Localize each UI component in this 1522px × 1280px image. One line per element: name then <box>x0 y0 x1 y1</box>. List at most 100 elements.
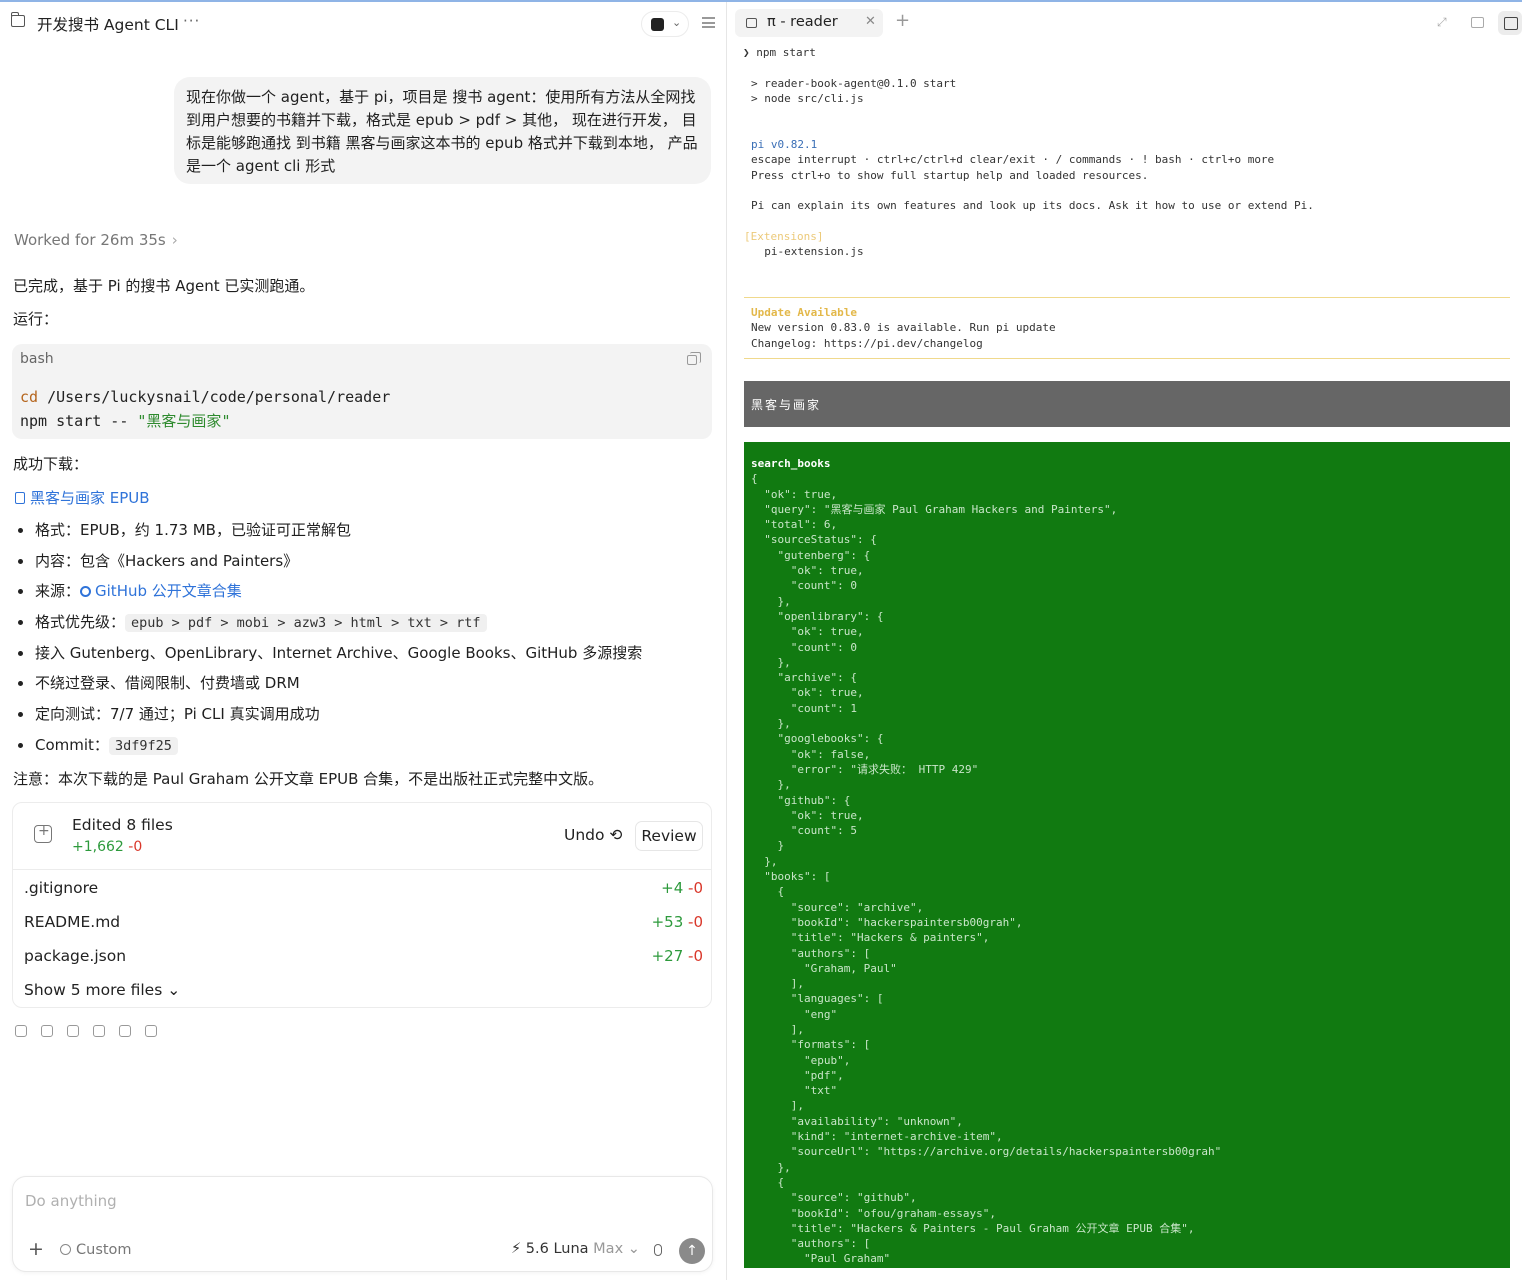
priority-code: epub > pdf > mobi > azw3 > html > txt > … <box>125 614 487 633</box>
export-icon[interactable] <box>145 1025 157 1037</box>
user-query-bar: 黑客与画家 <box>744 381 1510 427</box>
copy-icon[interactable] <box>15 1025 27 1037</box>
fork-icon[interactable] <box>119 1025 131 1037</box>
panel-right-icon[interactable] <box>1498 11 1522 35</box>
thumbs-up-icon[interactable] <box>41 1025 53 1037</box>
model-name: 5.6 Luna <box>525 1241 589 1257</box>
chat-header: 开发搜书 Agent CLI ··· ⌄ <box>0 2 727 44</box>
app-icon <box>651 18 664 31</box>
more-options-button[interactable]: ··· <box>183 12 200 30</box>
close-icon[interactable]: ✕ <box>865 14 876 29</box>
terminal-line: > reader-book-agent@0.1.0 start <box>751 77 957 90</box>
code-language: bash <box>20 351 54 367</box>
list-icon[interactable] <box>702 17 715 28</box>
source-link-text: GitHub 公开文章合集 <box>95 582 242 601</box>
show-more-files-button[interactable]: Show 5 more files ⌄ <box>24 981 180 999</box>
priority-prefix: 格式优先级： <box>35 613 126 632</box>
message-actions <box>15 1023 171 1039</box>
code-block: bash cd /Users/luckysnail/code/personal/… <box>12 344 712 439</box>
run-label: 运行： <box>13 310 59 328</box>
success-label: 成功下载： <box>13 455 89 473</box>
chevron-down-icon: ⌄ <box>672 16 682 29</box>
terminal-prompt: ❯ npm start <box>743 46 816 59</box>
app-switcher-button[interactable]: ⌄ <box>641 11 689 37</box>
edited-files-stats: +1,662 -0 <box>72 839 142 855</box>
list-item: 定向测试：7/7 通过；Pi CLI 真实调用成功 <box>18 699 642 730</box>
file-icon <box>15 492 25 504</box>
diff-icon <box>34 823 52 843</box>
source-link[interactable]: GitHub 公开文章合集 <box>80 582 242 600</box>
worked-label: Worked for 26m 35s <box>14 231 166 249</box>
code-command: npm start -- <box>20 412 138 430</box>
chat-pane: 开发搜书 Agent CLI ··· ⌄ 现在你做一个 agent，基于 pi，… <box>0 2 727 1280</box>
worked-duration[interactable]: Worked for 26m 35s › <box>14 231 178 249</box>
new-tab-button[interactable]: + <box>895 10 910 31</box>
divider <box>13 869 711 870</box>
undo-button[interactable]: Undo ⟲ <box>564 826 622 844</box>
deletions: -0 <box>128 839 143 855</box>
help-line: Press ctrl+o to show full startup help a… <box>751 169 1149 182</box>
file-name: .gitignore <box>24 879 99 897</box>
file-deletions: -0 <box>688 947 703 965</box>
review-button[interactable]: Review <box>635 821 703 851</box>
code-path: /Users/luckysnail/code/personal/reader <box>38 388 391 406</box>
share-icon[interactable] <box>93 1025 105 1037</box>
extension-file: pi-extension.js <box>751 245 864 258</box>
file-row[interactable]: README.md +53 -0 <box>24 913 703 937</box>
list-item: 不绕过登录、借阅限制、付费墙或 DRM <box>18 668 642 699</box>
tool-output: search_books { "ok": true, "query": "黑客与… <box>751 456 1221 1267</box>
github-icon <box>80 586 92 598</box>
list-item: 接入 Gutenberg、OpenLibrary、Internet Archiv… <box>18 638 642 669</box>
mic-icon[interactable] <box>654 1244 662 1256</box>
folder-icon <box>10 12 25 27</box>
bolt-icon: ⚡ <box>511 1241 522 1257</box>
file-deletions: -0 <box>688 879 703 897</box>
list-item: 内容：包含《Hackers and Painters》 <box>18 546 642 577</box>
file-additions: +4 <box>661 879 684 897</box>
commit-prefix: Commit： <box>35 735 109 754</box>
divider <box>744 358 1510 359</box>
composer-input[interactable]: Do anything <box>25 1192 117 1210</box>
tool-name: search_books <box>751 457 831 470</box>
file-additions: +53 <box>651 913 684 931</box>
thread-title[interactable]: 开发搜书 Agent CLI <box>37 13 179 35</box>
file-name: package.json <box>24 947 127 965</box>
add-attachment-button[interactable]: + <box>28 1238 44 1260</box>
list-item: 格式：EPUB，约 1.73 MB，已验证可正常解包 <box>18 515 642 546</box>
terminal-icon <box>746 18 757 28</box>
expand-icon[interactable]: ⤢ <box>1437 15 1447 30</box>
file-name: README.md <box>24 913 121 931</box>
model-selector[interactable]: ⚡ 5.6 Luna Max ⌄ <box>511 1241 640 1257</box>
terminal-pane: π - reader ✕ + ⤢ ❯ npm start > reader-bo… <box>728 2 1522 1280</box>
changelog-line: Changelog: https://pi.dev/changelog <box>751 337 983 350</box>
explain-line: Pi can explain its own features and look… <box>751 199 1314 212</box>
file-row[interactable]: .gitignore +4 -0 <box>24 879 703 903</box>
file-stats: +27 -0 <box>652 947 703 965</box>
panel-bottom-icon[interactable] <box>1471 17 1484 28</box>
edited-files-title: Edited 8 files <box>72 816 173 834</box>
terminal-line: > node src/cli.js <box>751 92 864 105</box>
custom-label: Custom <box>76 1242 132 1258</box>
chevron-right-icon: › <box>171 231 178 249</box>
download-link[interactable]: 黑客与画家 EPUB <box>15 487 150 508</box>
file-row[interactable]: package.json +27 -0 <box>24 947 703 971</box>
list-item: Commit： 3df9f25 <box>18 730 642 761</box>
file-additions: +27 <box>651 947 684 965</box>
pi-version: pi v0.82.1 <box>751 138 818 151</box>
note-text: 注意：本次下载的是 Paul Graham 公开文章 EPUB 合集，不是出版社… <box>13 770 604 788</box>
query-text: 黑客与画家 <box>751 398 822 412</box>
terminal-tab[interactable]: π - reader ✕ <box>735 9 883 37</box>
copy-icon[interactable] <box>687 352 701 365</box>
source-prefix: 来源： <box>35 582 81 601</box>
send-button[interactable]: ↑ <box>679 1238 705 1264</box>
custom-mode-button[interactable]: Custom <box>60 1242 132 1258</box>
user-message: 现在你做一个 agent，基于 pi，项目是 搜书 agent：使用所有方法从全… <box>174 77 711 184</box>
thumbs-down-icon[interactable] <box>67 1025 79 1037</box>
json-output: { "ok": true, "query": "黑客与画家 Paul Graha… <box>751 472 1222 1266</box>
download-link-text: 黑客与画家 EPUB <box>30 489 150 507</box>
terminal-header: π - reader ✕ + ⤢ <box>728 2 1522 42</box>
commit-hash: 3df9f25 <box>108 736 178 755</box>
divider <box>744 297 1510 298</box>
tab-title: π - reader <box>767 14 838 30</box>
tool-output-block: search_books { "ok": true, "query": "黑客与… <box>744 442 1510 1268</box>
